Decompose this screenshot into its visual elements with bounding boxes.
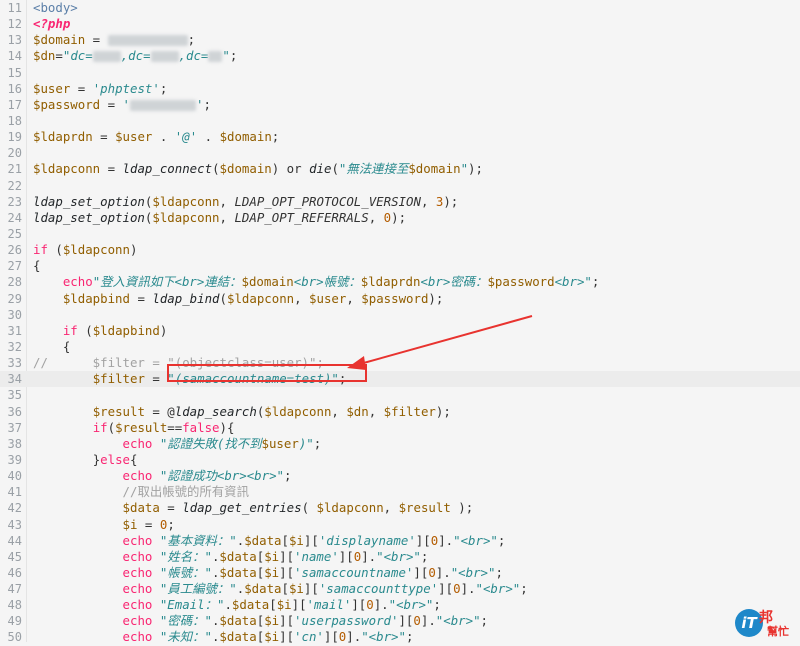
watermark-subtext: 幫忙: [767, 625, 789, 638]
ithome-watermark: iT 邦 幫忙: [733, 607, 797, 639]
code-editor[interactable]: 11 <body> 12 <?php 13 $domain = ; 14 $dn="dc= ,d…: [0, 0, 800, 644]
annotation-arrow-icon: [347, 315, 533, 370]
